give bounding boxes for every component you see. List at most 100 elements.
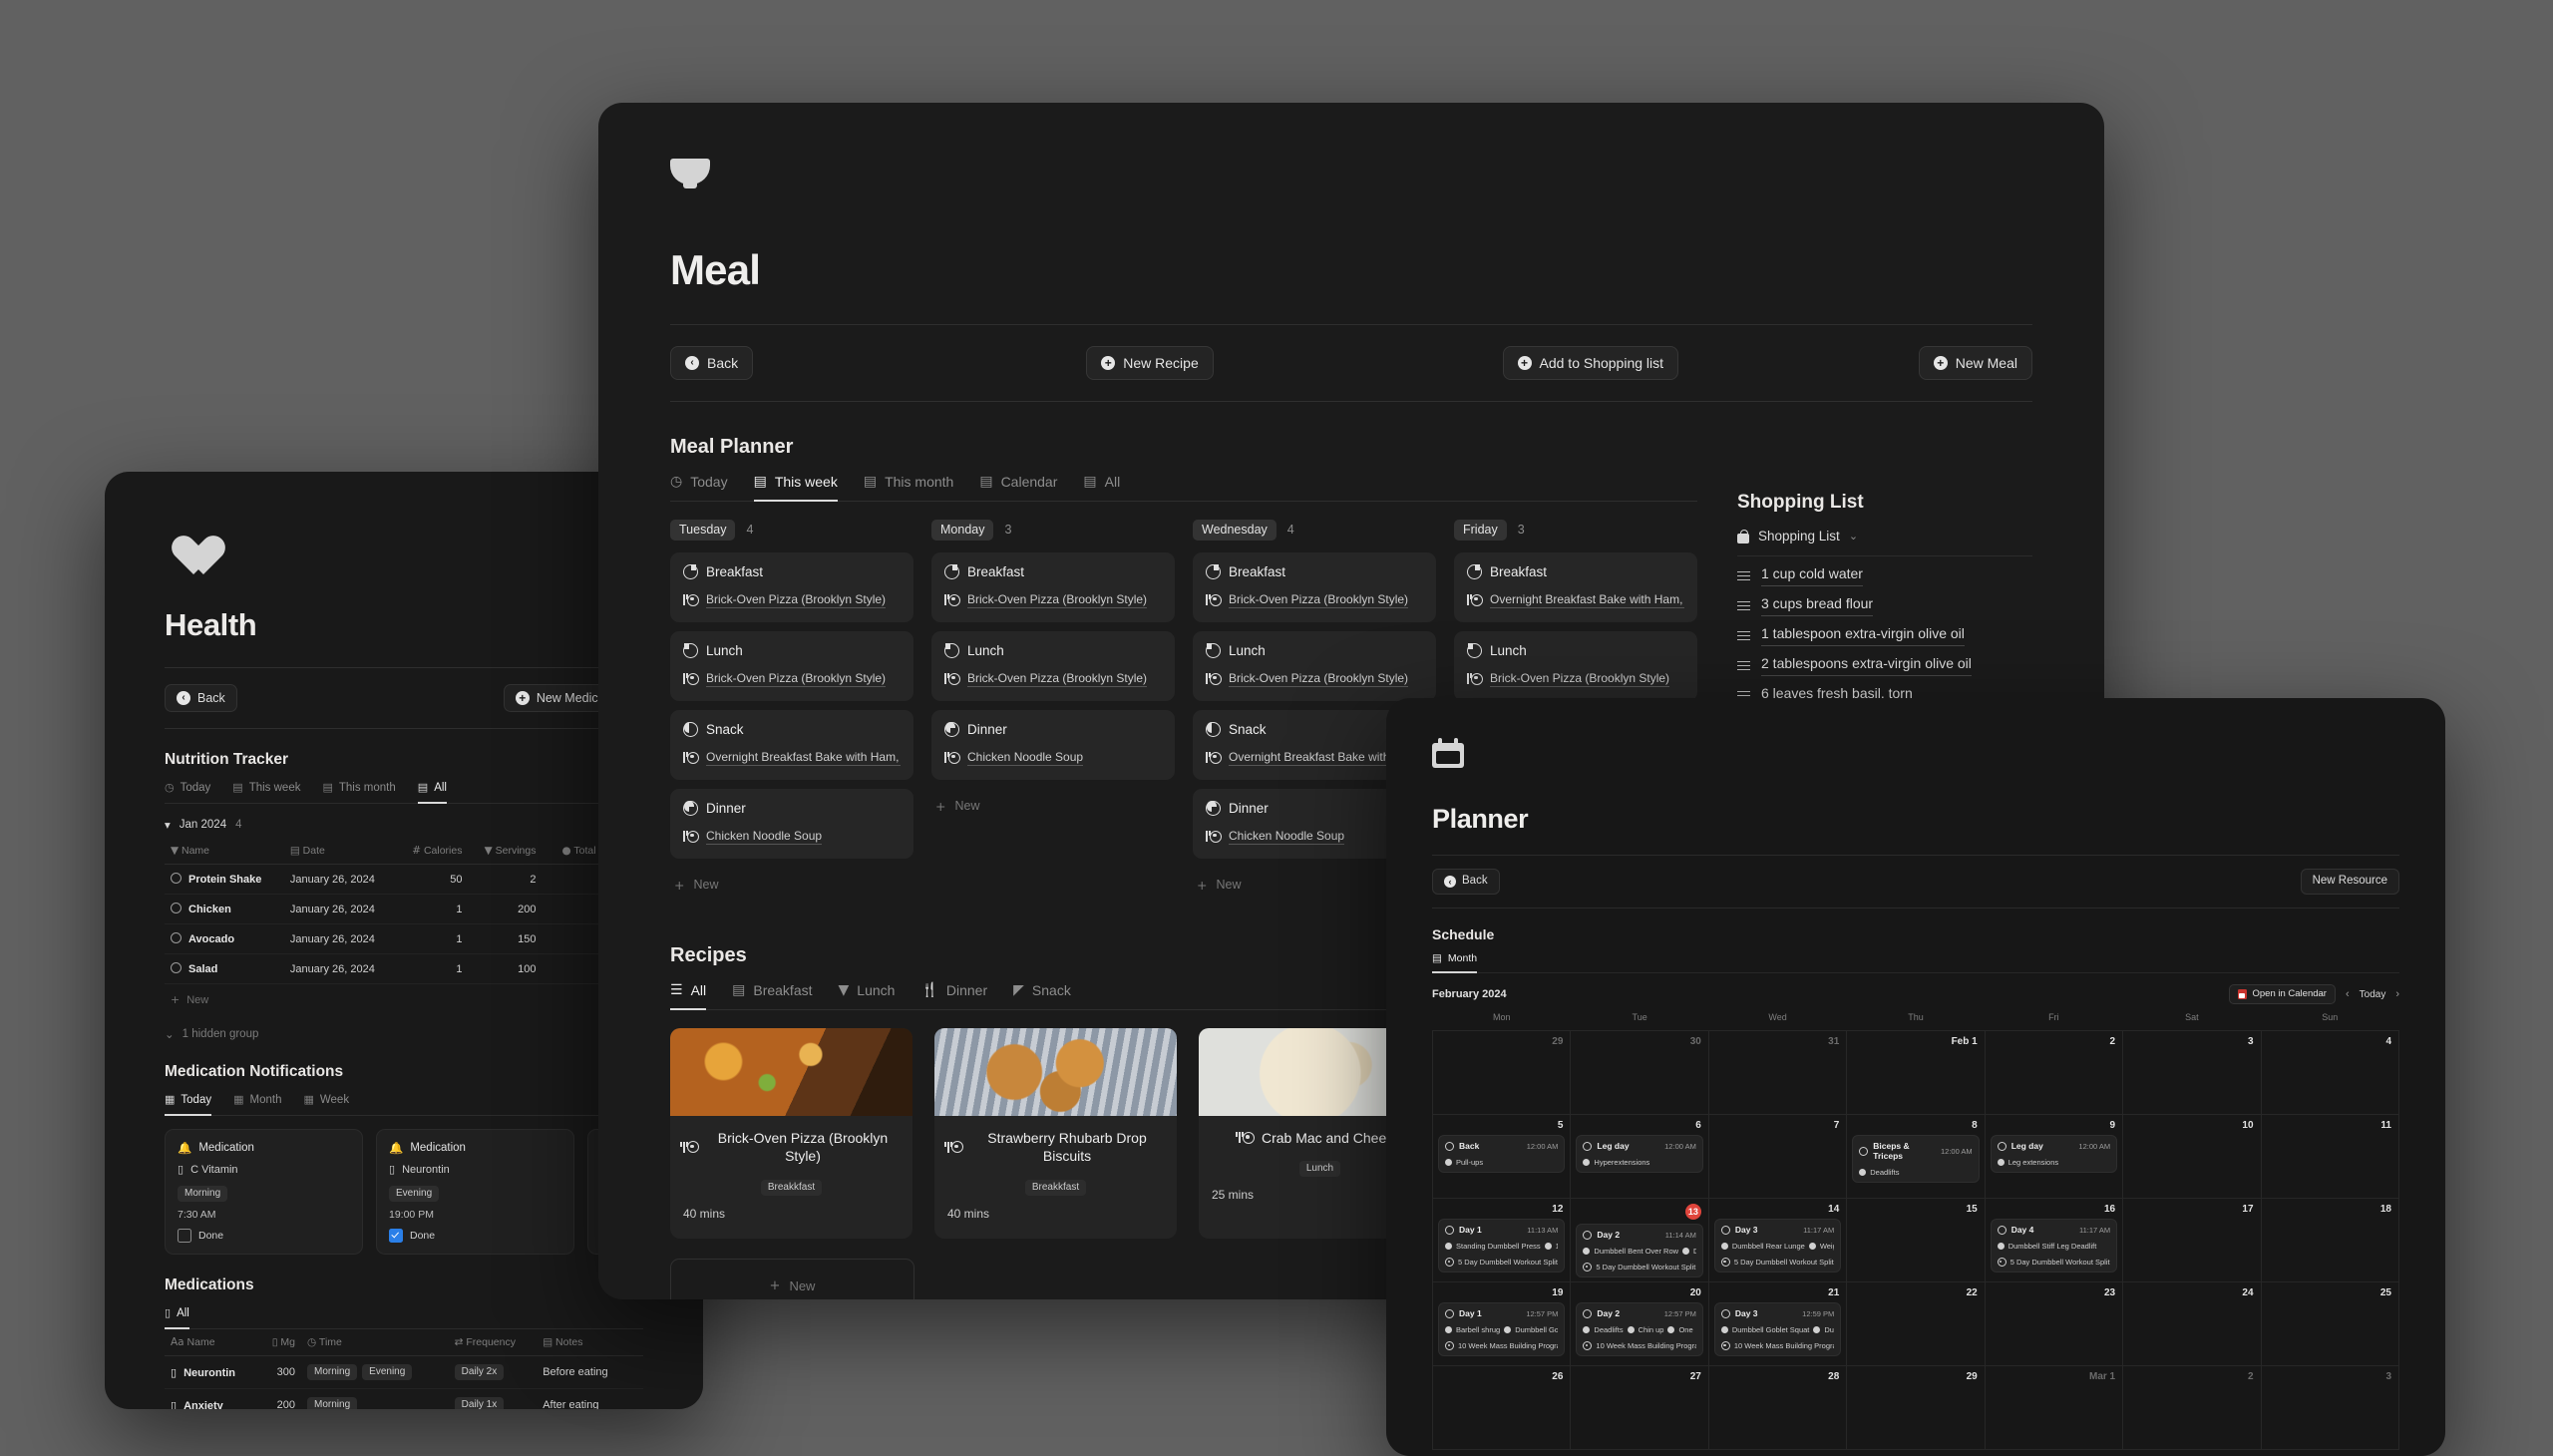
table-row[interactable]: Salad January 26, 2024 1 100 100 — [165, 953, 643, 984]
calendar-day-cell[interactable]: 19 Day 1 12:57 PM Barbell shrug Dumbbell … — [1431, 1281, 1572, 1366]
calendar-event[interactable]: Day 3 11:17 AM Dumbbell Rear Lunge Weig 5… — [1713, 1219, 1842, 1273]
open-in-calendar-button[interactable]: Open in Calendar — [2228, 984, 2336, 1004]
calendar-day-cell[interactable]: 2 — [2122, 1365, 2262, 1450]
tab-meal-calendar[interactable]: ▤ Calendar — [979, 474, 1057, 502]
notification-done-row[interactable]: Done — [178, 1229, 350, 1243]
add-to-shopping-list-button[interactable]: + Add to Shopping list — [1502, 346, 1679, 380]
calendar-day-cell[interactable]: 14 Day 3 11:17 AM Dumbbell Rear Lunge Wei… — [1707, 1198, 1848, 1282]
calendar-next-button[interactable]: › — [2395, 988, 2399, 1000]
meal-recipe-row[interactable]: Brick-Oven Pizza (Brooklyn Style) — [1467, 671, 1684, 687]
col-name[interactable]: Aa Name — [165, 1329, 257, 1356]
col-time[interactable]: ◷ Time — [301, 1329, 449, 1356]
calendar-day-cell[interactable]: 29 — [1431, 1030, 1572, 1115]
calendar-day-cell[interactable]: 29 — [1846, 1365, 1986, 1450]
col-mg[interactable]: ▯ Mg — [256, 1329, 302, 1356]
meal-card[interactable]: Snack Overnight Breakfast Bake with Ham,… — [670, 709, 913, 780]
calendar-event[interactable]: Leg day 12:00 AM Leg extensions — [1990, 1135, 2118, 1173]
tab-notifications-month[interactable]: ▦ Month — [233, 1093, 281, 1116]
tab-nutrition-this week[interactable]: ▤ This week — [232, 781, 300, 804]
table-row[interactable]: ▯ Anxiety 200 Morning Daily 1x After eati… — [165, 1388, 643, 1409]
drag-handle-icon[interactable] — [1737, 570, 1750, 581]
meal-card[interactable]: Lunch Brick-Oven Pizza (Brooklyn Style) — [1454, 630, 1697, 701]
calendar-day-cell[interactable]: 16 Day 4 11:17 AM Dumbbell Stiff Leg Dea… — [1984, 1198, 2124, 1282]
calendar-today-button[interactable]: Today — [2360, 989, 2386, 1000]
calendar-day-cell[interactable]: 17 — [2122, 1198, 2262, 1282]
meal-recipe-row[interactable]: Brick-Oven Pizza (Brooklyn Style) — [944, 592, 1162, 608]
meal-card[interactable]: Dinner Chicken Noodle Soup — [670, 788, 913, 859]
calendar-day-cell[interactable]: 20 Day 2 12:57 PM Deadlifts Chin up One 10… — [1570, 1281, 1709, 1366]
meal-recipe-row[interactable]: Chicken Noodle Soup — [683, 829, 901, 845]
calendar-day-cell[interactable]: 21 Day 3 12:59 PM Dumbbell Goblet Squat D… — [1707, 1281, 1848, 1366]
calendar-day-cell[interactable]: Feb 1 — [1846, 1030, 1986, 1115]
medication-notification-card[interactable]: 🔔 Medication ▯ Neurontin Evening 19:00 P… — [376, 1129, 574, 1255]
health-back-button[interactable]: ‹ Back — [165, 684, 237, 712]
tab-meal-this week[interactable]: ▤ This week — [753, 474, 838, 502]
calendar-day-cell[interactable]: Mar 1 — [1984, 1365, 2124, 1450]
tab-meal-this month[interactable]: ▤ This month — [864, 474, 953, 502]
meal-card[interactable]: Lunch Brick-Oven Pizza (Brooklyn Style) — [931, 630, 1175, 701]
tab-nutrition-all[interactable]: ▤ All — [417, 781, 447, 804]
table-row[interactable]: Avocado January 26, 2024 1 150 150 — [165, 923, 643, 954]
medication-notification-card[interactable]: 🔔 Medication ▯ C Vitamin Morning 7:30 AM… — [165, 1129, 363, 1255]
meal-card[interactable]: Lunch Brick-Oven Pizza (Brooklyn Style) — [1193, 630, 1436, 701]
calendar-day-cell[interactable]: 27 — [1570, 1365, 1709, 1450]
calendar-event[interactable]: Day 4 11:17 AM Dumbbell Stiff Leg Deadli… — [1990, 1219, 2118, 1273]
shopping-list-select[interactable]: Shopping List ⌄ — [1737, 529, 2032, 556]
calendar-event[interactable]: Day 2 12:57 PM Deadlifts Chin up One 10 We… — [1576, 1302, 1703, 1356]
col-frequency[interactable]: ⇄ Frequency — [448, 1329, 538, 1356]
calendar-day-cell[interactable]: 2 — [1984, 1030, 2124, 1115]
notification-done-row[interactable]: Done — [389, 1229, 561, 1243]
col-name[interactable]: ▼ Name — [165, 838, 284, 865]
nutrition-new-row[interactable]: + New — [165, 984, 643, 1015]
calendar-day-cell[interactable]: 6 Leg day 12:00 AM Hyperextensions — [1570, 1114, 1709, 1199]
col-notes[interactable]: ▤ Notes — [537, 1329, 643, 1356]
calendar-day-cell[interactable]: 13 Day 2 11:14 AM Dumbbell Bent Over Row… — [1570, 1198, 1709, 1282]
status-circle-icon[interactable] — [171, 962, 182, 973]
tab-notifications-today[interactable]: ▦ Today — [165, 1093, 212, 1116]
status-circle-icon[interactable] — [171, 873, 182, 884]
calendar-event[interactable]: Day 3 12:59 PM Dumbbell Goblet Squat Du 1… — [1713, 1302, 1842, 1356]
col-servings[interactable]: ▼ Servings — [468, 838, 543, 865]
calendar-day-cell[interactable]: 11 — [2260, 1114, 2400, 1199]
calendar-day-cell[interactable]: 15 — [1846, 1198, 1986, 1282]
shopping-list-item[interactable]: 1 tablespoon extra-virgin olive oil — [1737, 616, 2032, 646]
col-date[interactable]: ▤ Date — [283, 838, 397, 865]
recipe-card[interactable]: Strawberry Rhubarb Drop Biscuits Breakkf… — [934, 1027, 1177, 1240]
calendar-day-cell[interactable]: 4 — [2260, 1030, 2400, 1115]
table-row[interactable]: ▯ Neurontin 300 Morning Evening Daily 2x B… — [165, 1355, 643, 1389]
calendar-day-cell[interactable]: 7 — [1707, 1114, 1848, 1199]
meal-recipe-row[interactable]: Brick-Oven Pizza (Brooklyn Style) — [683, 592, 901, 608]
calendar-day-cell[interactable]: 23 — [1984, 1281, 2124, 1366]
calendar-day-cell[interactable]: 30 — [1570, 1030, 1709, 1115]
nutrition-group-row[interactable]: ▾ Jan 2024 4 — [165, 804, 643, 838]
calendar-day-cell[interactable]: 10 — [2122, 1114, 2262, 1199]
tab-notifications-week[interactable]: ▦ Week — [303, 1093, 349, 1116]
table-row[interactable]: Protein Shake January 26, 2024 50 2 100 — [165, 864, 643, 895]
tab-medications-all[interactable]: ▯ All — [165, 1306, 189, 1329]
calendar-day-cell[interactable]: 5 Back 12:00 AM Pull-ups — [1431, 1114, 1572, 1199]
calendar-day-cell[interactable]: 9 Leg day 12:00 AM Leg extensions — [1984, 1114, 2124, 1199]
calendar-day-cell[interactable]: 28 — [1707, 1365, 1848, 1450]
calendar-day-cell[interactable]: 8 Biceps & Triceps 12:00 AM Deadlifts — [1846, 1114, 1986, 1199]
meal-card[interactable]: Breakfast Brick-Oven Pizza (Brooklyn Sty… — [670, 551, 913, 622]
done-checkbox[interactable] — [389, 1229, 403, 1243]
new-resource-button[interactable]: New Resource — [2300, 869, 2399, 895]
tab-recipe-all[interactable]: ☰ All — [670, 982, 707, 1010]
tab-recipe-lunch[interactable]: ▼ Lunch — [839, 982, 896, 1010]
calendar-day-cell[interactable]: 18 — [2260, 1198, 2400, 1282]
drag-handle-icon[interactable] — [1737, 630, 1750, 641]
calendar-day-cell[interactable]: 12 Day 1 11:13 AM Standing Dumbbell Pres… — [1431, 1198, 1572, 1282]
done-checkbox[interactable] — [178, 1229, 191, 1243]
calendar-day-cell[interactable]: 3 — [2260, 1365, 2400, 1450]
meal-card[interactable]: Breakfast Brick-Oven Pizza (Brooklyn Sty… — [1193, 551, 1436, 622]
hidden-group-toggle[interactable]: ⌄ 1 hidden group — [165, 1015, 643, 1041]
tab-recipe-breakfast[interactable]: ▤ Breakfast — [732, 982, 812, 1010]
meal-recipe-row[interactable]: Brick-Oven Pizza (Brooklyn Style) — [944, 671, 1162, 687]
tab-nutrition-today[interactable]: ◷ Today — [165, 781, 210, 804]
drag-handle-icon[interactable] — [1737, 600, 1750, 611]
calendar-event[interactable]: Biceps & Triceps 12:00 AM Deadlifts — [1852, 1135, 1980, 1183]
shopping-list-item[interactable]: 3 cups bread flour — [1737, 586, 2032, 616]
col-calories[interactable]: # Calories — [396, 838, 469, 865]
meal-recipe-row[interactable]: Brick-Oven Pizza (Brooklyn Style) — [683, 671, 901, 687]
meal-back-button[interactable]: ‹ Back — [670, 346, 754, 380]
